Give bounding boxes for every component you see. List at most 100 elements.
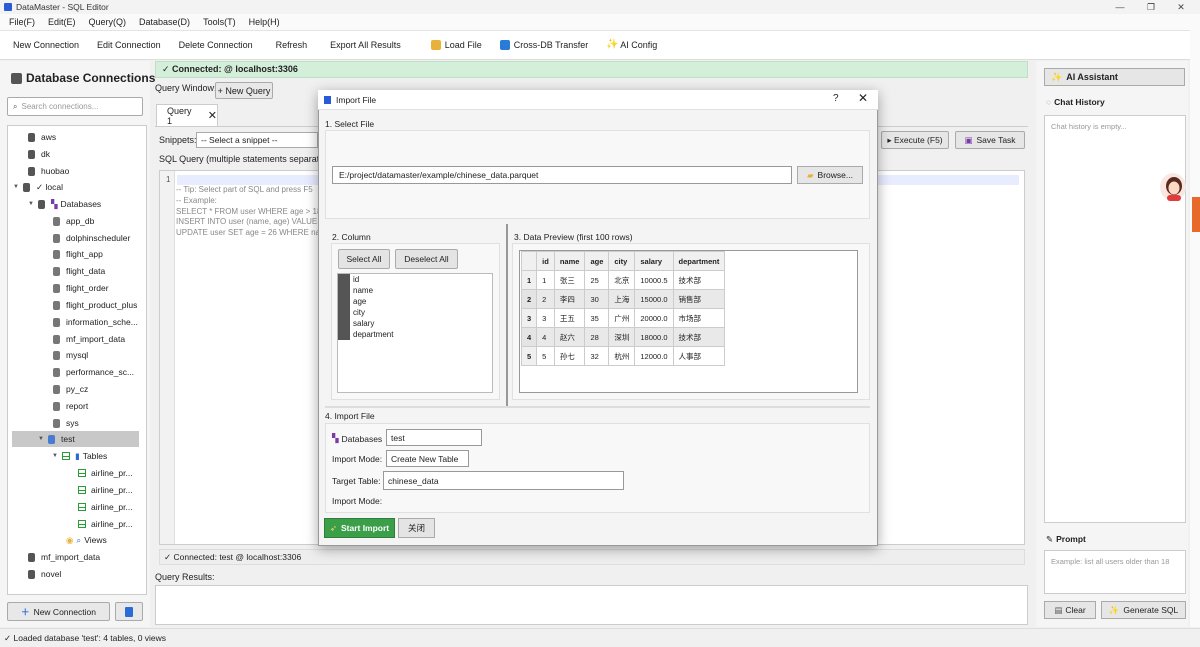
databases-select[interactable]: test [386,429,482,446]
tab-query-1[interactable]: Query 1 ✕ [156,104,218,126]
dialog-close-icon[interactable]: ✕ [858,91,868,105]
table-row[interactable]: 2 2 李四 30 上海 15000.0 销售部 [520,289,726,309]
tree-table-item[interactable]: airline_pr... [78,482,133,498]
load-file-button[interactable]: Load File [422,33,491,57]
clear-button[interactable]: ▤ Clear [1044,601,1096,619]
import-mode-select[interactable]: Create New Table [386,450,469,467]
export-all-results-button[interactable]: Export All Results [321,33,410,57]
tree-node-dk[interactable]: dk [28,146,50,162]
ai-assistant-tab[interactable]: ✨ AI Assistant [1044,68,1185,86]
generate-sql-button[interactable]: ✨ Generate SQL [1101,601,1186,619]
tree-db-item[interactable]: app_db [53,213,94,229]
maximize-button[interactable]: ❐ [1136,0,1166,14]
close-window-button[interactable]: ✕ [1166,0,1196,14]
tree-node-novel[interactable]: novel [28,566,61,582]
checkbox[interactable] [338,307,350,318]
menu-file[interactable]: File(F) [9,17,35,27]
refresh-button[interactable]: Refresh [262,33,322,57]
execute-button[interactable]: ▸ Execute (F5) [881,131,949,149]
delete-connection-button[interactable]: Delete Connection [170,33,262,57]
tree-node-tables[interactable]: ▼ ▮ Tables [52,448,107,464]
tree-node-databases[interactable]: ▼ ▚ Databases [28,196,101,212]
menu-tools[interactable]: Tools(T) [203,17,236,27]
table-header[interactable]: city [608,251,636,271]
expand-arrow-icon[interactable]: ▼ [52,453,62,459]
tree-node-views[interactable]: ◉ ⌕ Views [66,532,107,548]
table-header[interactable]: department [672,251,726,271]
assistant-avatar[interactable] [1160,173,1186,201]
column-checkbox-item[interactable]: department [338,329,393,340]
tree-db-item[interactable]: report [53,398,88,414]
tree-table-item[interactable]: airline_pr... [78,516,133,532]
snippets-select[interactable]: -- Select a snippet -- [196,132,318,148]
menu-help[interactable]: Help(H) [249,17,280,27]
menu-edit[interactable]: Edit(E) [48,17,76,27]
deselect-all-button[interactable]: Deselect All [395,249,458,269]
dialog-help-button[interactable]: ? [833,93,839,104]
menu-query[interactable]: Query(Q) [89,17,127,27]
new-connection-bottom-button[interactable]: ＋ New Connection [7,602,110,621]
database-settings-button[interactable] [115,602,143,621]
tree-db-item[interactable]: information_sche... [53,314,138,330]
start-import-button[interactable]: ➶ Start Import [324,518,395,538]
target-table-input[interactable]: chinese_data [383,471,624,490]
expand-arrow-icon[interactable]: ▼ [38,436,48,442]
tree-db-item[interactable]: sys [53,415,79,431]
close-tab-icon[interactable]: ✕ [208,109,217,122]
ai-config-button[interactable]: ✨ AI Config [597,33,666,57]
tree-db-item[interactable]: flight_order [53,280,109,296]
table-row[interactable]: 5 5 孙七 32 杭州 12000.0 人事部 [520,346,726,366]
checkbox[interactable] [338,285,350,296]
table-header[interactable]: age [584,251,610,271]
table-header[interactable]: id [536,251,555,271]
checkbox[interactable] [338,296,350,307]
checkbox[interactable] [338,329,350,340]
edit-connection-button[interactable]: Edit Connection [88,33,170,57]
column-checkbox-item[interactable]: city [338,307,365,318]
menu-database[interactable]: Database(D) [139,17,190,27]
table-row[interactable]: 1 1 张三 25 北京 10000.5 技术部 [520,270,726,290]
browse-button[interactable]: ▰ Browse... [797,166,863,184]
checkbox[interactable] [338,318,350,329]
select-all-button[interactable]: Select All [338,249,390,269]
table-cell: 技术部 [672,270,726,290]
tree-db-item[interactable]: flight_app [53,246,103,262]
tree-db-item[interactable]: mf_import_data [53,331,125,347]
tree-node-aws[interactable]: aws [28,129,56,145]
tree-node-local[interactable]: ▼ ✓ local [13,179,63,195]
file-path-input[interactable]: E:/project/datamaster/example/chinese_da… [332,166,792,184]
table-header[interactable]: name [553,251,586,271]
tree-db-item[interactable]: dolphinscheduler [53,230,130,246]
table-row[interactable]: 3 3 王五 35 广州 20000.0 市场部 [520,308,726,328]
tree-node-huobao[interactable]: huobao [28,163,69,179]
new-query-button[interactable]: + New Query [215,82,273,99]
splitter-handle[interactable] [506,224,508,406]
tree-table-item[interactable]: airline_pr... [78,465,133,481]
new-connection-button[interactable]: New Connection [4,33,88,57]
save-task-button[interactable]: ▣ Save Task [955,131,1025,149]
checkbox[interactable] [338,274,350,285]
cross-db-transfer-button[interactable]: Cross-DB Transfer [491,33,598,57]
tree-db-item[interactable]: mysql [53,347,88,363]
column-checkbox-item[interactable]: age [338,296,366,307]
column-checkbox-item[interactable]: id [338,274,359,285]
search-connections-input[interactable]: ⌕ Search connections... [7,97,143,116]
column-checkbox-item[interactable]: salary [338,318,374,329]
tree-table-item[interactable]: airline_pr... [78,499,133,515]
expand-arrow-icon[interactable]: ▼ [13,184,23,190]
tree-db-item[interactable]: py_cz [53,381,88,397]
side-tab-marker[interactable] [1192,197,1200,232]
tree-db-item[interactable]: performance_sc... [53,364,134,380]
expand-arrow-icon[interactable]: ▼ [28,201,38,207]
tree-db-item[interactable]: flight_data [53,263,105,279]
tree-db-item[interactable]: flight_product_plus [53,297,137,313]
dialog-close-button[interactable]: 关闭 [398,518,435,538]
minimize-button[interactable]: — [1105,0,1135,14]
column-checkbox-item[interactable]: name [338,285,373,296]
tree-db-test-selected[interactable]: ▼ test [12,431,139,447]
prompt-input[interactable]: Example: list all users older than 18 [1044,550,1186,594]
tree-node-mf-import-data[interactable]: mf_import_data [28,549,100,565]
table-row[interactable]: 4 4 赵六 28 深圳 18000.0 技术部 [520,327,726,347]
table-header[interactable]: salary [634,251,674,271]
databases-label-text: Databases [341,433,383,444]
